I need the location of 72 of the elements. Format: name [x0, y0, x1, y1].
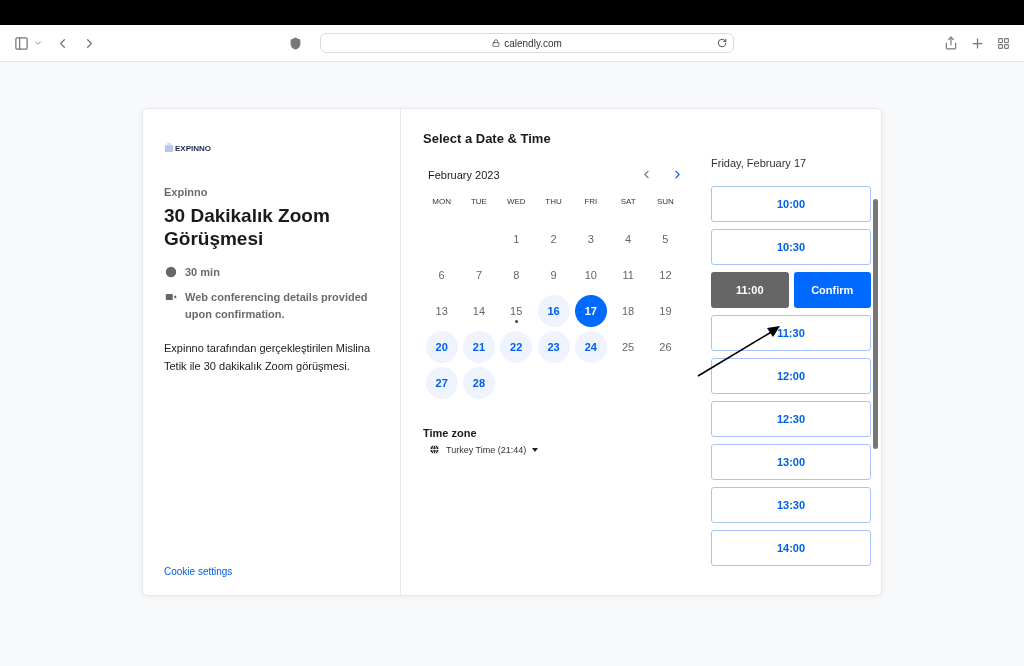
date-label: 4 — [624, 232, 633, 247]
date-button[interactable]: 20 — [425, 331, 458, 363]
date-label: 10 — [583, 268, 598, 283]
weekday-label: TUE — [469, 197, 488, 208]
weekday-label: FRI — [583, 197, 599, 208]
confirm-button[interactable]: Confirm — [793, 272, 871, 308]
date-label: 8 — [512, 268, 521, 283]
timezone-dropdown[interactable]: Turkey Time (21:44) — [423, 444, 539, 455]
weekday-label: SUN — [656, 197, 675, 208]
date-label: 3 — [586, 232, 595, 247]
share-icon[interactable] — [944, 36, 958, 50]
date-label: 11 — [621, 268, 635, 283]
date-label: 7 — [474, 268, 483, 283]
event-detail: Web conferencing details provided upon confirmation. — [185, 290, 369, 322]
weekday-label: SAT — [619, 197, 637, 208]
month-label: February 2023 — [428, 168, 501, 181]
time-slot[interactable]: 12:00 — [711, 358, 871, 394]
date-button[interactable]: 17 — [574, 295, 607, 327]
scrollbar-thumb[interactable] — [873, 199, 878, 449]
date-label: 26 — [658, 340, 673, 355]
address-bar[interactable]: calendly.com — [320, 33, 734, 53]
caret-icon — [532, 447, 539, 452]
event-detail: 30 min — [185, 265, 220, 280]
date-label: 6 — [437, 268, 446, 283]
sidebar-icon[interactable] — [14, 35, 29, 51]
logo-icon — [164, 143, 174, 153]
weekday-label: MON — [431, 197, 452, 208]
time-slot[interactable]: 12:30 — [711, 401, 871, 437]
lock-icon — [492, 39, 501, 47]
selected-date: Friday, February 17 — [711, 157, 808, 169]
time-slot[interactable]: 13:00 — [711, 444, 871, 480]
time-slot[interactable]: 14:00 — [711, 530, 871, 566]
time-slot[interactable]: 10:30 — [711, 229, 871, 265]
time-slot[interactable]: 13:30 — [711, 487, 871, 523]
date-label: 15 — [509, 304, 524, 319]
cookie-settings-link[interactable]: Cookie settings — [164, 566, 233, 577]
time-slot[interactable]: 11:00 — [711, 272, 789, 308]
time-slot[interactable]: 11:30 — [711, 315, 871, 351]
address-text: calendly.com — [504, 37, 562, 49]
date-label: 13 — [434, 304, 449, 319]
date-label: 5 — [661, 232, 670, 247]
date-label: 19 — [658, 304, 673, 319]
date-button[interactable]: 27 — [425, 367, 458, 399]
date-label: 18 — [621, 304, 636, 319]
date-label: 1 — [512, 232, 521, 247]
date-label: 25 — [621, 340, 636, 355]
section-heading: Select a Date & Time — [423, 131, 552, 146]
date-label: 12 — [658, 268, 673, 283]
event-title: 30 Dakikalık Zoom Görüşmesi — [164, 204, 331, 250]
date-button[interactable]: 28 — [462, 367, 495, 399]
weekday-label: WED — [505, 197, 527, 208]
date-label: 2 — [549, 232, 558, 247]
event-description: Expinno tarafından gerçekleştirilen Mislina Tetik ile 30 dakikalık Zoom görüşmesi. — [164, 341, 372, 374]
reload-icon[interactable] — [717, 38, 727, 48]
organizer-name: Expinno — [164, 186, 209, 198]
tabs-overview-icon[interactable] — [997, 36, 1010, 50]
globe-icon — [429, 444, 440, 455]
video-camera-icon — [164, 290, 178, 304]
date-button[interactable]: 23 — [537, 331, 570, 363]
date-label: 14 — [471, 304, 487, 319]
date-button[interactable]: 21 — [462, 331, 495, 363]
timezone-label: Time zone — [423, 427, 478, 439]
time-slot[interactable]: 10:00 — [711, 186, 871, 222]
logo-text: EXPINNO — [175, 143, 211, 153]
date-label: 9 — [549, 268, 558, 283]
new-tab-icon[interactable] — [970, 35, 985, 51]
date-button[interactable]: 24 — [574, 331, 607, 363]
weekday-label: THU — [544, 197, 563, 208]
chevron-down-icon[interactable] — [33, 38, 43, 48]
date-button[interactable]: 16 — [537, 295, 570, 327]
date-button[interactable]: 22 — [500, 331, 533, 363]
shield-icon[interactable] — [289, 36, 302, 50]
